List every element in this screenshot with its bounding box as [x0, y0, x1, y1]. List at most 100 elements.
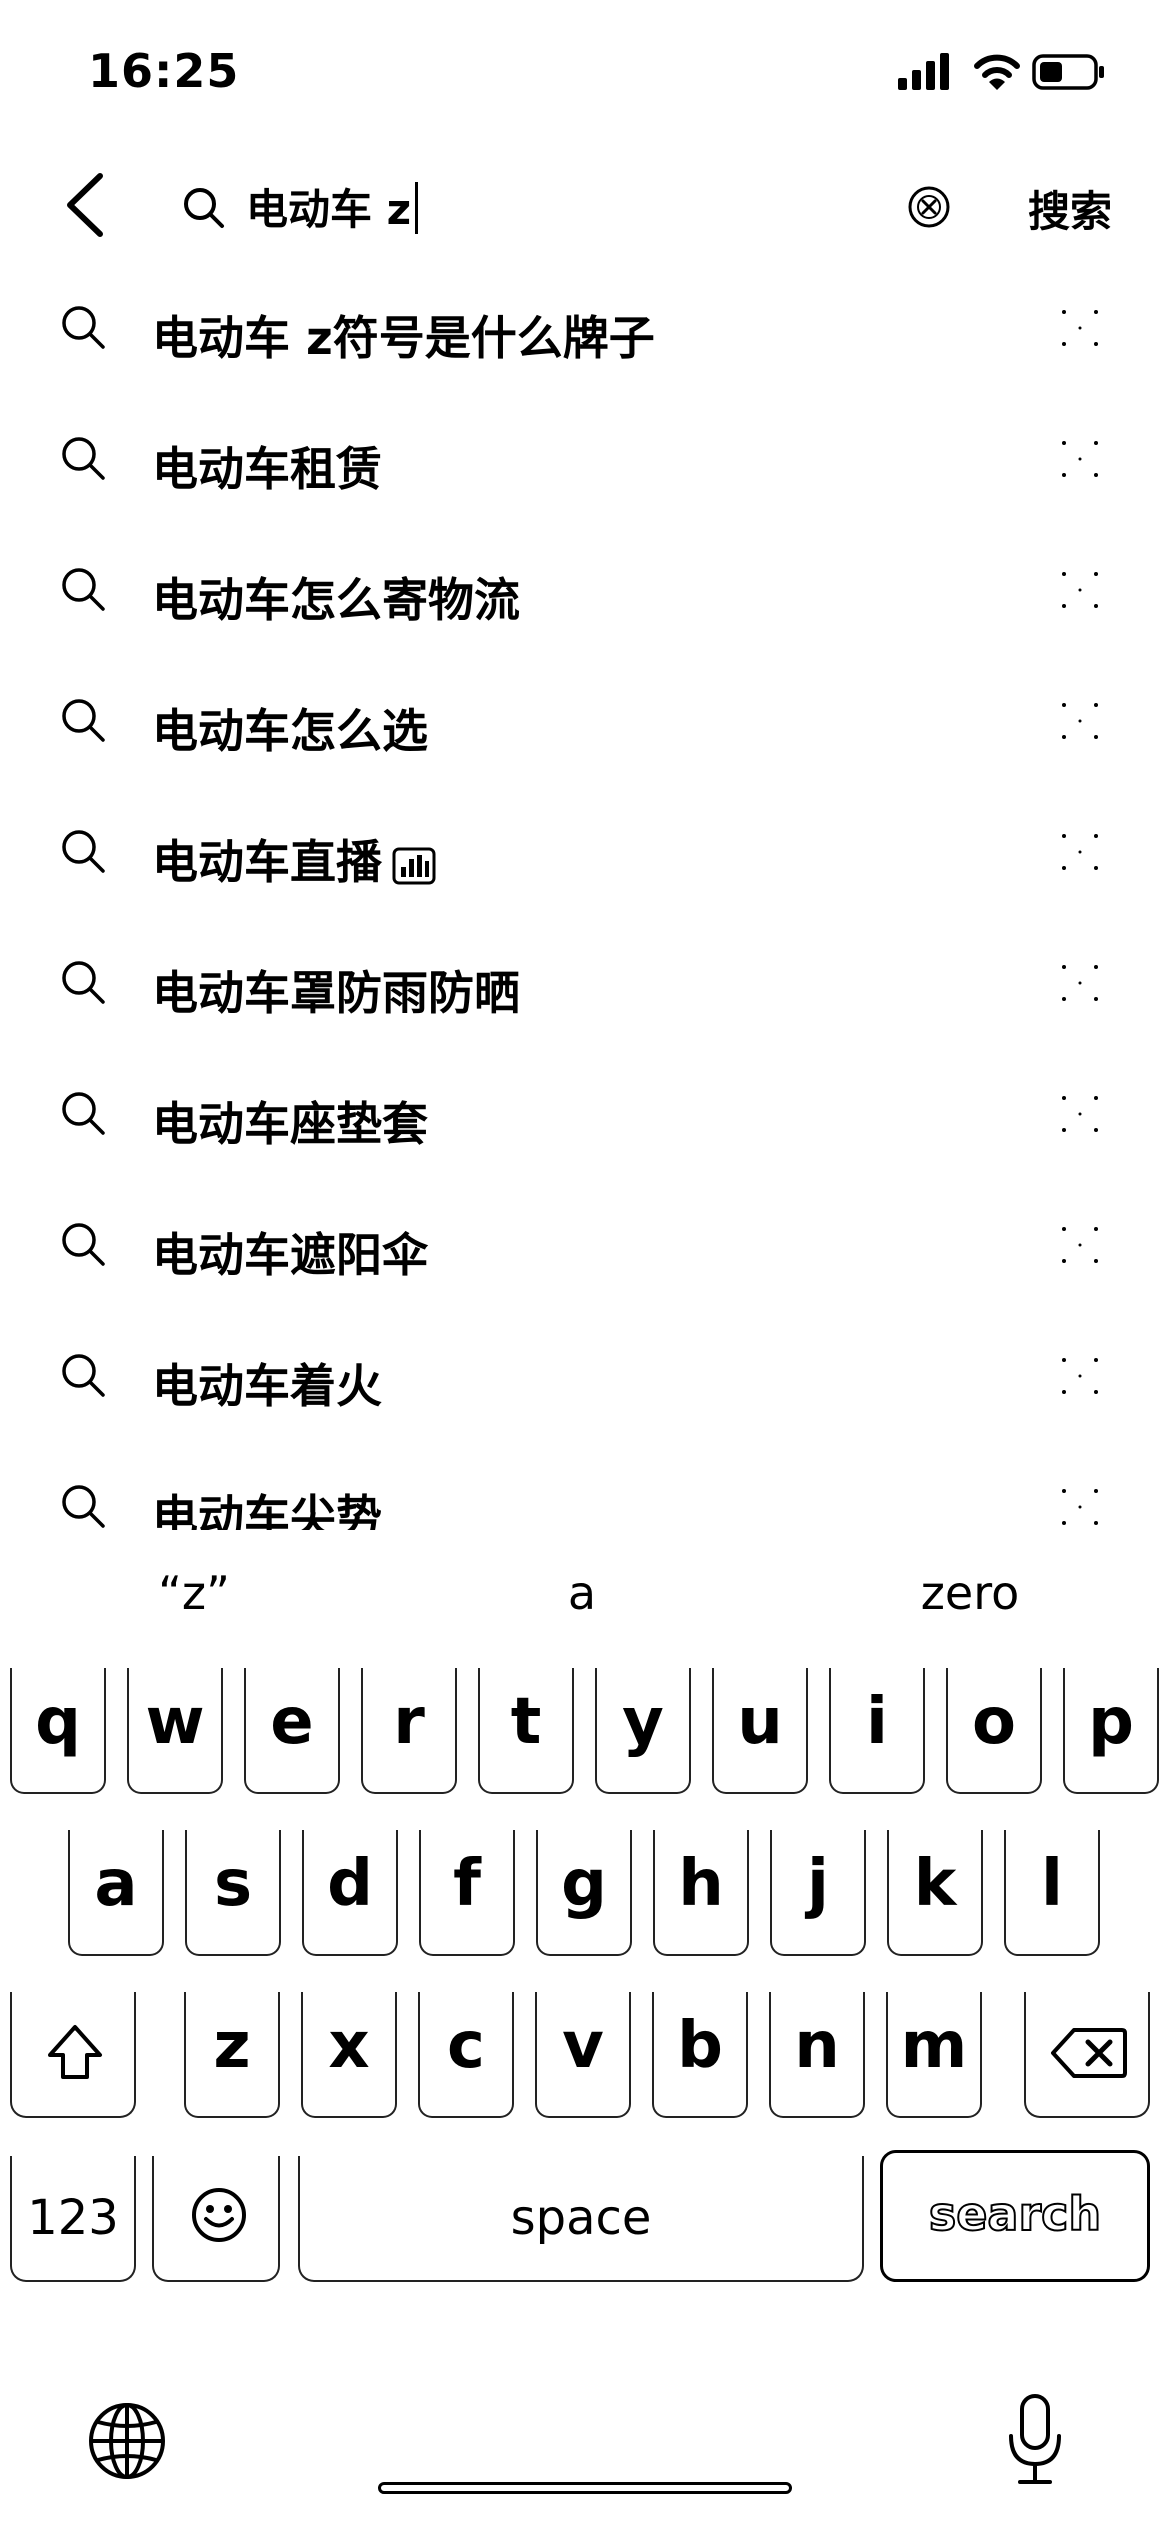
key-r[interactable]: r — [361, 1668, 457, 1794]
clear-icon[interactable] — [906, 184, 952, 230]
suggestion-item[interactable]: 电动车怎么选 — [0, 655, 1170, 787]
key-v[interactable]: v — [535, 1992, 631, 2118]
key-z[interactable]: z — [184, 1992, 280, 2118]
key-g[interactable]: g — [536, 1830, 632, 1956]
key-u[interactable]: u — [712, 1668, 808, 1794]
key-m[interactable]: m — [886, 1992, 982, 2118]
home-indicator — [378, 2482, 792, 2494]
suggestion-label: 电动车罩防雨防晒 — [152, 966, 520, 1020]
keyboard-search-key[interactable]: search — [880, 2150, 1150, 2282]
suggestion-text: 电动车座垫套 — [152, 1088, 428, 1154]
suggestion-text: 电动车直播 — [152, 826, 436, 892]
suggestion-label: 电动车租赁 — [152, 442, 382, 496]
fill-arrow-icon[interactable] — [1060, 1225, 1100, 1265]
suggestion-text: 电动车租赁 — [152, 433, 382, 499]
suggestion-label: 电动车怎么选 — [152, 704, 428, 758]
key-b[interactable]: b — [652, 1992, 748, 2118]
key-p[interactable]: p — [1063, 1668, 1159, 1794]
fill-arrow-icon[interactable] — [1060, 308, 1100, 348]
delete-key[interactable] — [1024, 1992, 1150, 2118]
key-t[interactable]: t — [478, 1668, 574, 1794]
microphone-icon[interactable] — [1006, 2392, 1064, 2488]
numbers-key[interactable]: 123 — [10, 2156, 136, 2282]
key-x[interactable]: x — [301, 1992, 397, 2118]
suggestion-label: 电动车遮阳伞 — [152, 1228, 428, 1282]
search-input[interactable]: 电动车 z — [246, 176, 419, 237]
search-icon — [62, 1354, 105, 1397]
suggestion-text: 电动车 z符号是什么牌子 — [152, 302, 655, 368]
suggestion-label: 电动车直播 — [152, 835, 382, 889]
key-h[interactable]: h — [653, 1830, 749, 1956]
suggestion-item[interactable]: 电动车罩防雨防晒 — [0, 917, 1170, 1049]
status-time: 16:25 — [88, 44, 240, 98]
search-icon — [62, 306, 105, 349]
key-l[interactable]: l — [1004, 1830, 1100, 1956]
suggestion-item[interactable]: 电动车座垫套 — [0, 1048, 1170, 1180]
text-caret — [415, 182, 419, 234]
suggestion-text: 电动车着火 — [152, 1350, 382, 1416]
prediction-1[interactable]: “z” — [158, 1566, 230, 1620]
key-c[interactable]: c — [418, 1992, 514, 2118]
key-w[interactable]: w — [127, 1668, 223, 1794]
fill-arrow-icon[interactable] — [1060, 832, 1100, 872]
search-icon — [184, 188, 224, 228]
shift-arrow-icon — [48, 2025, 102, 2079]
key-e[interactable]: e — [244, 1668, 340, 1794]
fill-arrow-icon[interactable] — [1060, 1094, 1100, 1134]
key-d[interactable]: d — [302, 1830, 398, 1956]
key-y[interactable]: y — [595, 1668, 691, 1794]
suggestion-item[interactable]: 电动车遮阳伞 — [0, 1179, 1170, 1311]
predictive-text-bar: “z” a zero — [0, 1530, 1170, 1660]
wifi-icon — [974, 54, 1020, 90]
search-icon — [62, 1092, 105, 1135]
search-icon — [62, 961, 105, 1004]
fill-arrow-icon[interactable] — [1060, 570, 1100, 610]
suggestion-item[interactable]: 电动车直播 — [0, 786, 1170, 918]
suggestion-label: 电动车 z符号是什么牌子 — [152, 311, 655, 365]
suggestion-label: 电动车怎么寄物流 — [152, 573, 520, 627]
globe-icon[interactable] — [86, 2400, 168, 2482]
suggestion-list: 电动车 z符号是什么牌子 电动车租赁电动车怎么寄物流 电动车怎么选 电动车直播电动车罩… — [0, 262, 1170, 1530]
suggestion-item[interactable]: 电动车着火 — [0, 1310, 1170, 1442]
suggestion-text: 电动车怎么寄物流 — [152, 564, 520, 630]
fill-arrow-icon[interactable] — [1060, 963, 1100, 1003]
suggestion-text: 电动车怎么选 — [152, 695, 428, 761]
space-key[interactable]: space — [298, 2156, 864, 2282]
fill-arrow-icon[interactable] — [1060, 1356, 1100, 1396]
key-k[interactable]: k — [887, 1830, 983, 1956]
key-q[interactable]: q — [10, 1668, 106, 1794]
emoji-key[interactable] — [152, 2156, 280, 2282]
fill-arrow-icon[interactable] — [1060, 701, 1100, 741]
suggestion-item[interactable]: 电动车尖势 — [0, 1441, 1170, 1530]
live-badge-icon — [392, 847, 436, 884]
search-query-text: 电动车 z — [246, 185, 412, 234]
shift-key[interactable] — [10, 1992, 136, 2118]
fill-arrow-icon[interactable] — [1060, 1487, 1100, 1527]
suggestion-text: 电动车罩防雨防晒 — [152, 957, 520, 1023]
key-o[interactable]: o — [946, 1668, 1042, 1794]
key-s[interactable]: s — [185, 1830, 281, 1956]
key-a[interactable]: a — [68, 1830, 164, 1956]
key-j[interactable]: j — [770, 1830, 866, 1956]
emoji-icon — [192, 2188, 246, 2242]
key-f[interactable]: f — [419, 1830, 515, 1956]
search-icon — [62, 437, 105, 480]
suggestion-label: 电动车着火 — [152, 1359, 382, 1413]
search-icon — [62, 568, 105, 611]
search-icon — [62, 1485, 105, 1528]
suggestion-text: 电动车尖势 — [152, 1481, 382, 1530]
search-icon — [62, 699, 105, 742]
suggestion-item[interactable]: 电动车怎么寄物流 — [0, 524, 1170, 656]
backspace-icon — [1051, 2028, 1127, 2078]
prediction-2[interactable]: a — [568, 1566, 596, 1620]
key-n[interactable]: n — [769, 1992, 865, 2118]
suggestion-text: 电动车遮阳伞 — [152, 1219, 428, 1285]
back-arrow-icon[interactable] — [60, 172, 110, 238]
suggestion-item[interactable]: 电动车 z符号是什么牌子 — [0, 262, 1170, 394]
search-icon — [62, 1223, 105, 1266]
fill-arrow-icon[interactable] — [1060, 439, 1100, 479]
search-button[interactable]: 搜索 — [1028, 178, 1112, 239]
prediction-3[interactable]: zero — [921, 1566, 1020, 1620]
key-i[interactable]: i — [829, 1668, 925, 1794]
suggestion-item[interactable]: 电动车租赁 — [0, 393, 1170, 525]
